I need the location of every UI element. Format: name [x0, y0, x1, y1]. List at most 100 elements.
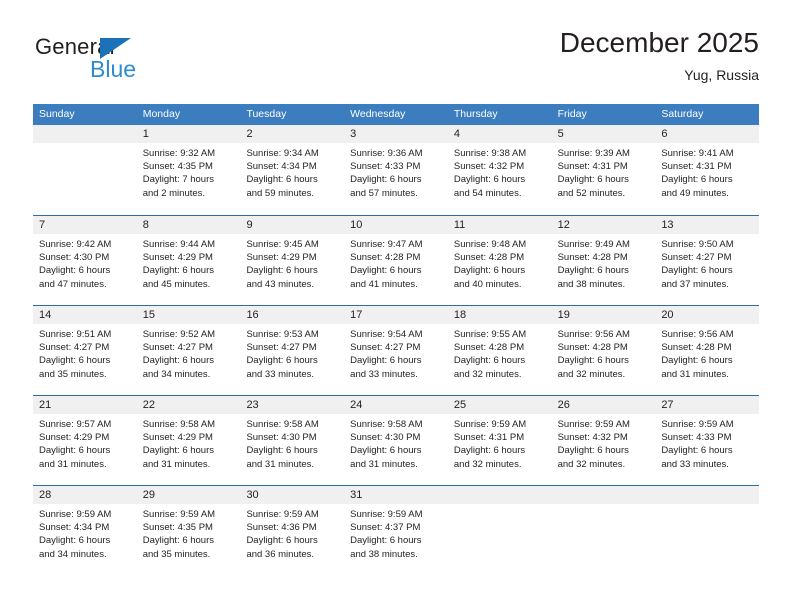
day-info-line: Sunset: 4:29 PM	[246, 252, 317, 264]
day-cell-1[interactable]: 1 Sunrise: 9:32 AM Sunset: 4:35 PM Daylight…	[136, 125, 241, 215]
day-info-line: Sunrise: 9:55 AM	[453, 329, 527, 340]
day-cell-18[interactable]: 18 Sunrise: 9:55 AM Sunset: 4:28 PM Dayligh…	[447, 306, 552, 395]
day-info-line: Daylight: 6 hours	[142, 355, 215, 367]
day-info-line: Sunrise: 9:58 AM	[246, 419, 319, 430]
day-sun-info: Sunrise: 9:58 AM Sunset: 4:30 PM Daylight:…	[240, 414, 344, 471]
day-cell-15[interactable]: 15 Sunrise: 9:52 AM Sunset: 4:27 PM Dayligh…	[136, 306, 241, 395]
day-cell-29[interactable]: 29 Sunrise: 9:59 AM Sunset: 4:35 PM Dayligh…	[136, 486, 241, 575]
day-cell-16[interactable]: 16 Sunrise: 9:53 AM Sunset: 4:27 PM Dayligh…	[240, 306, 345, 395]
page-header: General Blue December 2025 Yug, Russia	[33, 26, 759, 98]
day-info-line: Sunset: 4:33 PM	[350, 161, 421, 173]
day-info-line: Sunrise: 9:56 AM	[661, 329, 734, 340]
day-info-line: Daylight: 6 hours	[557, 445, 629, 457]
day-info-line: and 57 minutes.	[350, 187, 418, 199]
day-sun-info: Sunrise: 9:59 AM Sunset: 4:35 PM Daylight:…	[137, 504, 241, 561]
day-sun-info: Sunrise: 9:47 AM Sunset: 4:28 PM Daylight:…	[344, 234, 448, 291]
day-number: 3	[344, 125, 448, 143]
day-info-line: and 43 minutes.	[246, 278, 315, 290]
day-number: 17	[344, 306, 448, 324]
day-info-line: Sunset: 4:29 PM	[142, 432, 213, 444]
day-cell-13[interactable]: 13 Sunrise: 9:50 AM Sunset: 4:27 PM Dayligh…	[655, 216, 760, 305]
day-cell-4[interactable]: 4 Sunrise: 9:38 AM Sunset: 4:32 PM Daylight…	[447, 125, 552, 215]
day-cell-28[interactable]: 28 Sunrise: 9:59 AM Sunset: 4:34 PM Dayligh…	[33, 486, 137, 575]
day-number	[551, 486, 656, 504]
day-cell-10[interactable]: 10 Sunrise: 9:47 AM Sunset: 4:28 PM Dayligh…	[344, 216, 448, 305]
day-info-line: Daylight: 6 hours	[246, 174, 318, 186]
day-cell-3[interactable]: 3 Sunrise: 9:36 AM Sunset: 4:33 PM Daylight…	[344, 125, 448, 215]
day-info-line: and 45 minutes.	[142, 278, 211, 290]
day-info-line: Sunset: 4:27 PM	[246, 342, 317, 354]
day-cell-9[interactable]: 9 Sunrise: 9:45 AM Sunset: 4:29 PM Daylight…	[240, 216, 345, 305]
day-sun-info: Sunrise: 9:38 AM Sunset: 4:32 PM Daylight:…	[448, 143, 552, 200]
day-cell-empty	[551, 486, 656, 575]
day-cell-2[interactable]: 2 Sunrise: 9:34 AM Sunset: 4:34 PM Daylight…	[240, 125, 345, 215]
calendar-page: General Blue December 2025 Yug, Russia S…	[0, 0, 792, 612]
day-info-line: Daylight: 6 hours	[39, 535, 111, 547]
day-cell-21[interactable]: 21 Sunrise: 9:57 AM Sunset: 4:29 PM Dayligh…	[33, 396, 137, 485]
day-info-line: Sunset: 4:30 PM	[39, 252, 110, 264]
day-info-line: Sunrise: 9:58 AM	[350, 419, 423, 430]
day-sun-info: Sunrise: 9:36 AM Sunset: 4:33 PM Daylight:…	[344, 143, 448, 200]
day-info-line: Daylight: 6 hours	[557, 174, 629, 186]
day-number: 7	[33, 216, 137, 234]
day-number: 21	[33, 396, 137, 414]
calendar-week-row: 28 Sunrise: 9:59 AM Sunset: 4:34 PM Dayligh…	[33, 485, 760, 575]
day-info-line: Daylight: 6 hours	[350, 265, 422, 277]
day-cell-14[interactable]: 14 Sunrise: 9:51 AM Sunset: 4:27 PM Dayligh…	[33, 306, 137, 395]
day-cell-22[interactable]: 22 Sunrise: 9:58 AM Sunset: 4:29 PM Dayligh…	[136, 396, 241, 485]
day-cell-8[interactable]: 8 Sunrise: 9:44 AM Sunset: 4:29 PM Daylight…	[136, 216, 241, 305]
day-info-line: and 31 minutes.	[350, 458, 418, 470]
day-sun-info: Sunrise: 9:51 AM Sunset: 4:27 PM Daylight:…	[33, 324, 137, 381]
day-info-line: Sunrise: 9:48 AM	[453, 239, 527, 250]
day-info-line: Sunset: 4:28 PM	[661, 342, 732, 354]
day-cell-20[interactable]: 20 Sunrise: 9:56 AM Sunset: 4:28 PM Dayligh…	[655, 306, 760, 395]
day-cell-27[interactable]: 27 Sunrise: 9:59 AM Sunset: 4:33 PM Dayligh…	[655, 396, 760, 485]
day-info-line: Daylight: 6 hours	[246, 535, 318, 547]
day-info-line: and 32 minutes.	[453, 458, 522, 470]
day-info-line: Daylight: 6 hours	[453, 445, 526, 457]
day-cell-25[interactable]: 25 Sunrise: 9:59 AM Sunset: 4:31 PM Dayligh…	[447, 396, 552, 485]
day-info-line: and 31 minutes.	[39, 458, 107, 470]
day-number: 31	[344, 486, 448, 504]
day-info-line: Sunset: 4:27 PM	[661, 252, 732, 264]
day-cell-11[interactable]: 11 Sunrise: 9:48 AM Sunset: 4:28 PM Dayligh…	[447, 216, 552, 305]
weekday-header-wednesday: Wednesday	[350, 108, 406, 120]
day-cell-12[interactable]: 12 Sunrise: 9:49 AM Sunset: 4:28 PM Dayligh…	[551, 216, 656, 305]
day-sun-info: Sunrise: 9:44 AM Sunset: 4:29 PM Daylight:…	[137, 234, 241, 291]
day-number: 16	[240, 306, 345, 324]
day-cell-26[interactable]: 26 Sunrise: 9:59 AM Sunset: 4:32 PM Dayligh…	[551, 396, 656, 485]
day-info-line: Sunset: 4:28 PM	[453, 342, 525, 354]
day-info-line: and 37 minutes.	[661, 278, 729, 290]
day-cell-31[interactable]: 31 Sunrise: 9:59 AM Sunset: 4:37 PM Dayligh…	[344, 486, 448, 575]
day-sun-info: Sunrise: 9:39 AM Sunset: 4:31 PM Daylight:…	[552, 143, 656, 200]
day-cell-19[interactable]: 19 Sunrise: 9:56 AM Sunset: 4:28 PM Dayligh…	[551, 306, 656, 395]
day-number: 10	[344, 216, 448, 234]
day-number: 12	[551, 216, 656, 234]
day-info-line: Sunrise: 9:49 AM	[557, 239, 630, 250]
day-cell-empty	[447, 486, 552, 575]
day-sun-info: Sunrise: 9:48 AM Sunset: 4:28 PM Daylight:…	[448, 234, 552, 291]
weekday-header-tuesday: Tuesday	[246, 108, 287, 120]
day-cell-6[interactable]: 6 Sunrise: 9:41 AM Sunset: 4:31 PM Daylight…	[655, 125, 760, 215]
day-info-line: Sunset: 4:28 PM	[350, 252, 421, 264]
day-info-line: Daylight: 6 hours	[142, 535, 215, 547]
day-info-line: Daylight: 6 hours	[142, 445, 215, 457]
day-cell-7[interactable]: 7 Sunrise: 9:42 AM Sunset: 4:30 PM Daylight…	[33, 216, 137, 305]
day-info-line: Sunset: 4:30 PM	[350, 432, 421, 444]
day-cell-23[interactable]: 23 Sunrise: 9:58 AM Sunset: 4:30 PM Dayligh…	[240, 396, 345, 485]
day-info-line: and 31 minutes.	[246, 458, 315, 470]
day-number: 18	[447, 306, 552, 324]
weekday-header-row: Sunday Monday Tuesday Wednesday Thursday Frid…	[33, 104, 759, 125]
day-cell-17[interactable]: 17 Sunrise: 9:54 AM Sunset: 4:27 PM Dayligh…	[344, 306, 448, 395]
day-info-line: Sunset: 4:33 PM	[661, 432, 732, 444]
day-cell-5[interactable]: 5 Sunrise: 9:39 AM Sunset: 4:31 PM Daylight…	[551, 125, 656, 215]
day-cell-empty	[655, 486, 760, 575]
day-number: 25	[447, 396, 552, 414]
weekday-header-friday: Friday	[557, 108, 587, 120]
day-info-line: and 35 minutes.	[142, 548, 211, 560]
day-cell-30[interactable]: 30 Sunrise: 9:59 AM Sunset: 4:36 PM Dayligh…	[240, 486, 345, 575]
day-info-line: Sunset: 4:31 PM	[661, 161, 732, 173]
calendar-grid: Sunday Monday Tuesday Wednesday Thursday Frid…	[33, 104, 760, 575]
day-info-line: and 52 minutes.	[557, 187, 626, 199]
day-cell-24[interactable]: 24 Sunrise: 9:58 AM Sunset: 4:30 PM Dayligh…	[344, 396, 448, 485]
